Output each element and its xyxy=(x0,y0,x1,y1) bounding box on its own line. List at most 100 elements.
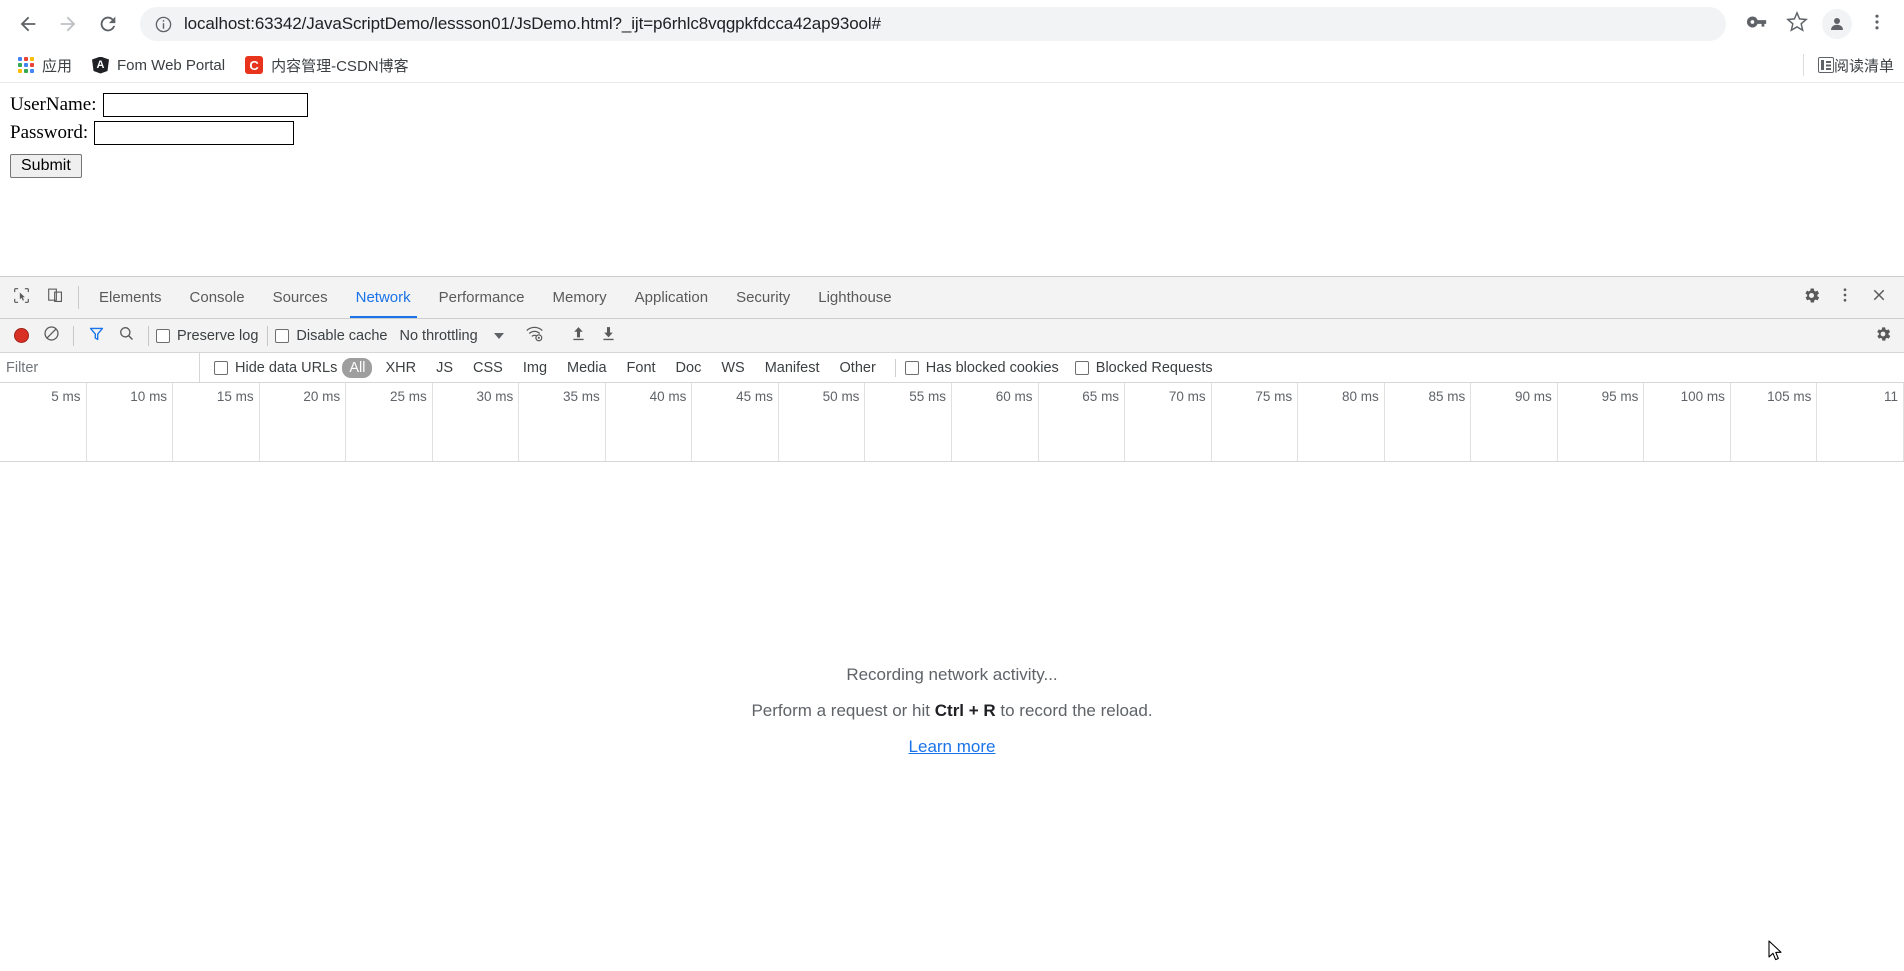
timeline-tick-cell: 85 ms xyxy=(1385,383,1472,461)
filter-divider xyxy=(895,359,896,377)
record-button[interactable] xyxy=(6,322,36,350)
forward-arrow-icon xyxy=(57,13,79,35)
preserve-log-checkbox[interactable]: Preserve log xyxy=(156,328,258,344)
timeline-tick-cell: 11 xyxy=(1817,383,1904,461)
tab-memory[interactable]: Memory xyxy=(539,277,621,318)
tab-network[interactable]: Network xyxy=(342,277,425,318)
type-filter-media[interactable]: Media xyxy=(560,358,614,378)
type-filter-img[interactable]: Img xyxy=(516,358,554,378)
timeline-tick-label: 80 ms xyxy=(1342,389,1379,404)
type-filter-all[interactable]: All xyxy=(342,358,372,378)
network-controls-right xyxy=(1868,322,1898,350)
filter-input[interactable] xyxy=(4,359,199,377)
reading-list-button[interactable]: 阅读清单 xyxy=(1803,54,1894,76)
close-devtools-button[interactable] xyxy=(1862,286,1896,309)
has-blocked-cookies-checkbox[interactable]: Has blocked cookies xyxy=(905,360,1059,376)
back-button[interactable] xyxy=(10,6,46,42)
password-input[interactable] xyxy=(94,121,294,145)
bookmark-label-fom-web-portal: Fom Web Portal xyxy=(117,57,225,74)
timeline-tick-cell: 80 ms xyxy=(1298,383,1385,461)
chrome-menu-icon xyxy=(1867,12,1887,37)
tab-sources[interactable]: Sources xyxy=(259,277,342,318)
timeline-tick-label: 5 ms xyxy=(51,389,80,404)
network-settings-button[interactable] xyxy=(1868,322,1898,350)
network-timeline-overview[interactable]: 5 ms10 ms15 ms20 ms25 ms30 ms35 ms40 ms4… xyxy=(0,383,1904,462)
blocked-requests-checkbox[interactable]: Blocked Requests xyxy=(1075,360,1213,376)
tab-console[interactable]: Console xyxy=(176,277,259,318)
timeline-tick-label: 105 ms xyxy=(1767,389,1811,404)
devtools-settings-button[interactable] xyxy=(1794,286,1828,310)
network-conditions-button[interactable] xyxy=(520,322,550,350)
filter-funnel-icon xyxy=(88,325,105,346)
chevron-down-icon[interactable] xyxy=(494,333,504,339)
type-filter-css[interactable]: CSS xyxy=(466,358,510,378)
username-input[interactable] xyxy=(103,93,308,117)
device-toolbar-button[interactable] xyxy=(38,277,72,318)
toggle-filter-button[interactable] xyxy=(81,322,111,350)
timeline-tick-label: 15 ms xyxy=(217,389,254,404)
tab-application[interactable]: Application xyxy=(621,277,722,318)
timeline-tick-label: 75 ms xyxy=(1255,389,1292,404)
reading-list-label: 阅读清单 xyxy=(1834,55,1894,76)
inspect-element-button[interactable] xyxy=(4,277,38,318)
record-hint-prefix: Perform a request or hit xyxy=(751,701,934,720)
preserve-log-label: Preserve log xyxy=(177,328,258,344)
network-filter-bar: Hide data URLs All XHR JS CSS Img Media … xyxy=(0,353,1904,383)
timeline-tick-cell: 5 ms xyxy=(0,383,87,461)
profile-button[interactable] xyxy=(1820,7,1854,41)
devtools-more-button[interactable] xyxy=(1828,286,1862,309)
type-filter-doc[interactable]: Doc xyxy=(669,358,709,378)
search-button[interactable] xyxy=(111,322,141,350)
page-content: UserName: Password: Submit xyxy=(0,83,1904,276)
throttling-select[interactable]: No throttling xyxy=(399,328,477,344)
tab-security[interactable]: Security xyxy=(722,277,804,318)
apps-grid-icon xyxy=(18,57,34,73)
hide-data-urls-checkbox[interactable]: Hide data URLs xyxy=(214,360,337,376)
tab-elements[interactable]: Elements xyxy=(85,277,176,318)
inspect-element-icon xyxy=(13,287,30,309)
address-bar[interactable]: localhost:63342/JavaScriptDemo/lessson01… xyxy=(140,7,1726,41)
devtools-tabbar: Elements Console Sources Network Perform… xyxy=(0,277,1904,319)
tabbar-divider xyxy=(78,286,79,309)
learn-more-link[interactable]: Learn more xyxy=(909,737,996,757)
type-filter-ws[interactable]: WS xyxy=(714,358,751,378)
timeline-tick-cell: 15 ms xyxy=(173,383,260,461)
filter-input-wrapper[interactable] xyxy=(0,353,200,382)
browser-toolbar: localhost:63342/JavaScriptDemo/lessson01… xyxy=(0,0,1904,48)
type-filter-js[interactable]: JS xyxy=(429,358,460,378)
device-toolbar-icon xyxy=(47,287,64,309)
type-filter-font[interactable]: Font xyxy=(620,358,663,378)
username-row: UserName: xyxy=(10,93,1894,117)
bookmark-item-apps[interactable]: 应用 xyxy=(10,52,80,79)
clear-network-button[interactable] xyxy=(36,322,66,350)
timeline-tick-label: 55 ms xyxy=(909,389,946,404)
type-filter-xhr[interactable]: XHR xyxy=(378,358,423,378)
password-manager-button[interactable] xyxy=(1740,7,1774,41)
type-filter-other[interactable]: Other xyxy=(833,358,883,378)
export-har-button[interactable] xyxy=(594,322,624,350)
timeline-tick-cell: 75 ms xyxy=(1212,383,1299,461)
bookmark-button[interactable] xyxy=(1780,7,1814,41)
bookmark-item-csdn[interactable]: C 内容管理-CSDN博客 xyxy=(237,52,417,79)
bookmark-star-icon xyxy=(1786,11,1808,38)
record-hint-shortcut: Ctrl + R xyxy=(935,701,996,720)
tab-performance[interactable]: Performance xyxy=(425,277,539,318)
timeline-tick-label: 35 ms xyxy=(563,389,600,404)
site-info-icon[interactable] xyxy=(154,15,173,34)
type-filter-manifest[interactable]: Manifest xyxy=(758,358,827,378)
bookmarks-bar: 应用 A Fom Web Portal C 内容管理-CSDN博客 阅读清单 xyxy=(0,48,1904,83)
submit-button[interactable]: Submit xyxy=(10,154,82,178)
username-label: UserName: xyxy=(10,94,97,116)
timeline-tick-cell: 65 ms xyxy=(1039,383,1126,461)
disable-cache-checkbox[interactable]: Disable cache xyxy=(275,328,387,344)
tab-lighthouse[interactable]: Lighthouse xyxy=(804,277,905,318)
devtools-more-icon xyxy=(1836,286,1854,309)
has-blocked-cookies-box-icon xyxy=(905,361,919,375)
chrome-menu-button[interactable] xyxy=(1860,7,1894,41)
reload-button[interactable] xyxy=(90,6,126,42)
profile-avatar-icon xyxy=(1822,9,1852,39)
forward-button[interactable] xyxy=(50,6,86,42)
timeline-tick-label: 90 ms xyxy=(1515,389,1552,404)
bookmark-item-fom-web-portal[interactable]: A Fom Web Portal xyxy=(84,52,233,79)
import-har-button[interactable] xyxy=(564,322,594,350)
